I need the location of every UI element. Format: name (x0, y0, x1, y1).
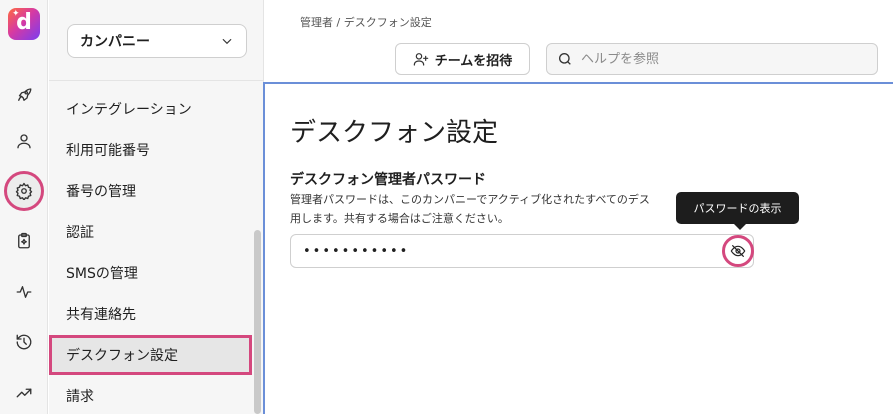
chevron-down-icon (222, 38, 232, 45)
nav-item-available-numbers[interactable]: 利用可能番号 (49, 130, 252, 170)
show-password-button[interactable] (722, 235, 754, 267)
gear-icon[interactable] (4, 171, 44, 211)
app-rail: ✦ d (0, 0, 48, 414)
company-select-label: カンパニー (80, 34, 150, 50)
nav-item-label: 利用可能番号 (66, 143, 150, 159)
main-panel: デスクフォン設定 デスクフォン管理者パスワード 管理者パスワードは、このカンパニ… (263, 82, 893, 414)
trending-up-icon[interactable] (9, 378, 39, 408)
nav-item-label: 請求 (66, 389, 94, 405)
help-search-input[interactable] (581, 51, 861, 67)
password-value: ••••••••••• (303, 243, 410, 259)
user-icon[interactable] (9, 126, 39, 156)
company-select[interactable]: カンパニー (67, 24, 247, 58)
nav-item-label: デスクフォン設定 (66, 348, 178, 364)
show-password-tooltip: パスワードの表示 (676, 192, 799, 230)
app-logo[interactable]: ✦ d (8, 8, 40, 40)
history-icon[interactable] (9, 327, 39, 357)
invite-team-label: チームを招待 (434, 53, 513, 69)
nav-divider (49, 80, 264, 81)
password-section-label: デスクフォン管理者パスワード (290, 172, 486, 188)
nav-item-deskphone-settings[interactable]: デスクフォン設定 (49, 335, 252, 375)
page-title: デスクフォン設定 (290, 118, 499, 148)
sparkle-icon: ✦ (12, 9, 20, 19)
description-line: 管理者パスワードは、このカンパニーでアクティブ化されたすべてのデス (290, 193, 650, 206)
activity-icon[interactable] (9, 277, 39, 307)
nav-item-sms-management[interactable]: SMSの管理 (49, 253, 252, 293)
nav-item-integrations[interactable]: インテグレーション (49, 89, 252, 129)
nav-item-billing[interactable]: 請求 (49, 376, 252, 414)
nav-scrollbar[interactable] (254, 230, 261, 414)
nav-item-number-management[interactable]: 番号の管理 (49, 171, 252, 211)
help-search[interactable] (546, 43, 878, 75)
nav-item-label: インテグレーション (66, 102, 192, 118)
nav-item-label: 認証 (66, 225, 94, 241)
password-section-description: 管理者パスワードは、このカンパニーでアクティブ化されたすべてのデス 用します。共… (290, 190, 720, 228)
nav-item-shared-contacts[interactable]: 共有連絡先 (49, 294, 252, 334)
rocket-icon[interactable] (9, 80, 39, 110)
search-icon (559, 53, 571, 65)
admin-password-field[interactable]: ••••••••••• (290, 234, 754, 268)
nav-item-label: 共有連絡先 (66, 307, 136, 323)
nav-item-authentication[interactable]: 認証 (49, 212, 252, 252)
settings-nav: カンパニー インテグレーション 利用可能番号 番号の管理 認証 SMSの管理 共… (49, 0, 264, 414)
description-line: 用します。共有する場合はご注意ください。 (290, 212, 509, 225)
eye-off-icon (730, 245, 746, 257)
nav-item-label: 番号の管理 (66, 184, 136, 200)
invite-team-button[interactable]: チームを招待 (395, 43, 530, 75)
nav-item-label: SMSの管理 (66, 266, 138, 282)
breadcrumb: 管理者 / デスクフォン設定 (300, 16, 432, 29)
clipboard-sparkle-icon[interactable] (9, 226, 39, 256)
add-user-icon (413, 53, 428, 66)
